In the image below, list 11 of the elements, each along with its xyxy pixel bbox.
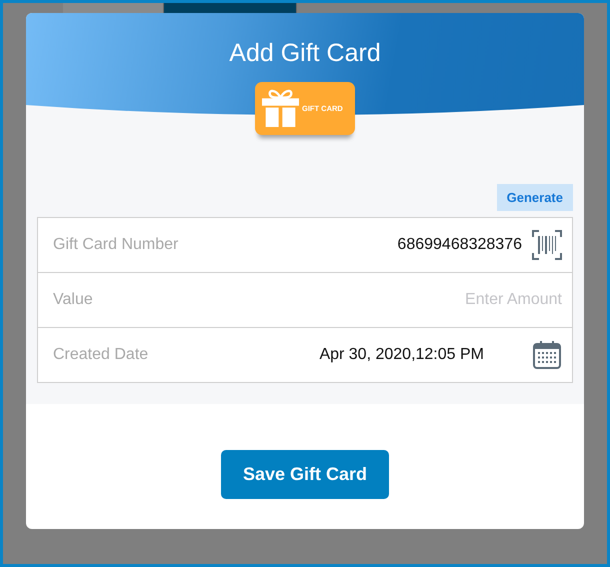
field-label: Gift Card Number	[53, 236, 180, 254]
calendar-icon[interactable]	[532, 340, 562, 370]
field-label: Value	[53, 291, 94, 309]
barcode-icon[interactable]	[532, 230, 562, 260]
field-value[interactable]: 68699468328376	[397, 236, 522, 254]
save-button[interactable]: Save Gift Card	[221, 450, 389, 499]
date-value[interactable]: Apr 30, 2020,12:05 PM	[319, 346, 484, 364]
gift-box-icon	[262, 88, 299, 129]
dialog-title: Add Gift Card	[229, 39, 381, 68]
amount-field[interactable]: Enter Amount	[402, 291, 562, 309]
field-label: Created Date	[53, 346, 150, 364]
